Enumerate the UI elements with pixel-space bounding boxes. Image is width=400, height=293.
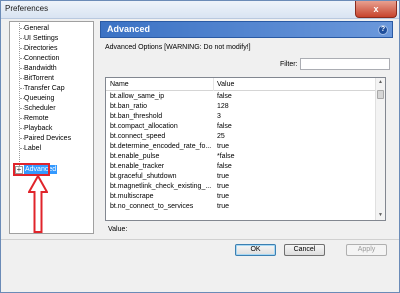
filter-input[interactable]	[300, 58, 390, 70]
sidebar-item-connection[interactable]: Connection	[24, 54, 59, 63]
cancel-button[interactable]: Cancel	[284, 244, 325, 256]
option-value: false	[217, 163, 232, 170]
preferences-window: Preferences x General UI Settings Direct…	[0, 0, 400, 293]
annotation-arrow-icon	[28, 175, 48, 233]
option-name: bt.ban_ratio	[110, 103, 147, 110]
apply-button[interactable]: Apply	[346, 244, 387, 256]
filter-label: Filter:	[280, 61, 298, 68]
option-name: bt.compact_allocation	[110, 123, 178, 130]
table-row[interactable]: bt.allow_same_ip false	[106, 92, 376, 102]
sidebar-item-queueing[interactable]: Queueing	[24, 94, 54, 103]
option-name: bt.no_connect_to_services	[110, 203, 194, 210]
scroll-down-arrow-icon[interactable]: ▼	[376, 211, 385, 220]
ok-button[interactable]: OK	[235, 244, 276, 256]
option-value: true	[217, 173, 230, 180]
panel-header: Advanced ?	[100, 21, 393, 38]
title-bar[interactable]: Preferences x	[1, 1, 399, 19]
option-value: true	[217, 143, 230, 150]
sidebar-item-label[interactable]: Label	[24, 144, 41, 153]
option-name: bt.enable_tracker	[110, 163, 165, 170]
option-value: *false	[217, 153, 235, 160]
panel-title: Advanced	[107, 24, 151, 34]
tree-connector	[19, 23, 20, 166]
table-row[interactable]: bt.magnetlink_check_existing_... true	[106, 182, 376, 192]
advanced-panel: Advanced ? Advanced Options [WARNING: Do…	[100, 21, 393, 234]
close-button[interactable]: x	[355, 1, 397, 18]
value-label: Value:	[108, 226, 128, 233]
option-name: bt.determine_encoded_rate_fo...	[110, 143, 212, 150]
option-value: 3	[217, 113, 221, 120]
list-header: Name Value	[106, 78, 376, 91]
option-value: true	[217, 193, 230, 200]
scroll-up-arrow-icon[interactable]: ▲	[376, 78, 385, 87]
option-name: bt.enable_pulse	[110, 153, 160, 160]
option-value: true	[217, 203, 230, 210]
sidebar-item-paired-devices[interactable]: Paired Devices	[24, 134, 71, 143]
sidebar-item-ui-settings[interactable]: UI Settings	[24, 34, 58, 43]
sidebar-item-remote[interactable]: Remote	[24, 114, 49, 123]
option-name: bt.magnetlink_check_existing_...	[110, 183, 212, 190]
sidebar-item-scheduler[interactable]: Scheduler	[24, 104, 56, 113]
option-name: bt.graceful_shutdown	[110, 173, 177, 180]
option-value: true	[217, 183, 230, 190]
column-header-name[interactable]: Name	[110, 81, 129, 88]
option-name: bt.allow_same_ip	[110, 93, 165, 100]
option-value: false	[217, 93, 232, 100]
table-row[interactable]: bt.enable_tracker false	[106, 162, 376, 172]
table-row[interactable]: bt.enable_pulse *false	[106, 152, 376, 162]
footer-divider	[1, 239, 399, 240]
table-row[interactable]: bt.connect_speed 25	[106, 132, 376, 142]
option-name: bt.multiscrape	[110, 193, 154, 200]
help-icon[interactable]: ?	[378, 25, 388, 35]
table-row[interactable]: bt.ban_threshold 3	[106, 112, 376, 122]
option-value: 25	[217, 133, 225, 140]
table-row[interactable]: bt.compact_allocation false	[106, 122, 376, 132]
option-value: false	[217, 123, 232, 130]
table-row[interactable]: bt.no_connect_to_services true	[106, 202, 376, 212]
scroll-thumb[interactable]	[377, 90, 384, 99]
sidebar-item-general[interactable]: General	[24, 24, 49, 33]
table-row[interactable]: bt.graceful_shutdown true	[106, 172, 376, 182]
sidebar-item-bittorrent[interactable]: BitTorrent	[24, 74, 54, 83]
warning-text: Advanced Options [WARNING: Do not modify…	[105, 44, 251, 51]
vertical-scrollbar[interactable]: ▲ ▼	[375, 78, 385, 220]
advanced-options-list[interactable]: Name Value bt.allow_same_ip false bt.ban_…	[105, 77, 386, 221]
column-header-value[interactable]: Value	[217, 81, 234, 88]
option-name: bt.ban_threshold	[110, 113, 163, 120]
table-row[interactable]: bt.ban_ratio 128	[106, 102, 376, 112]
table-row[interactable]: bt.multiscrape true	[106, 192, 376, 202]
option-name: bt.connect_speed	[110, 133, 166, 140]
sidebar-item-bandwidth[interactable]: Bandwidth	[24, 64, 57, 73]
column-divider[interactable]	[213, 78, 214, 91]
sidebar-item-directories[interactable]: Directories	[24, 44, 57, 53]
option-value: 128	[217, 103, 229, 110]
preferences-tree: General UI Settings Directories Connecti…	[9, 21, 94, 234]
sidebar-item-transfer-cap[interactable]: Transfer Cap	[24, 84, 65, 93]
window-title: Preferences	[5, 4, 49, 13]
table-row[interactable]: bt.determine_encoded_rate_fo... true	[106, 142, 376, 152]
sidebar-item-playback[interactable]: Playback	[24, 124, 52, 133]
